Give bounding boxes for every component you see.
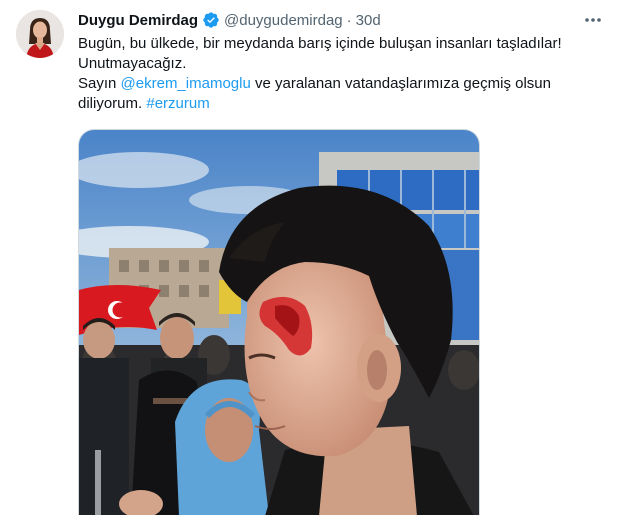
separator-dot: · [346, 11, 352, 29]
author-handle[interactable]: @duygudemirdag [224, 12, 343, 29]
tweet-text-segment: Sayın [78, 75, 121, 92]
tweet-line: Bugün, bu ülkede, bir meydanda barış içi… [78, 35, 562, 52]
tweet-line: Sayın @ekrem_imamoglu ve yaralanan vatan… [78, 74, 606, 94]
verified-badge-icon [202, 11, 220, 29]
hashtag-link[interactable]: #erzurum [146, 95, 209, 112]
tweet-line: diliyorum. #erzurum [78, 94, 606, 114]
tweet-text-segment: ve yaralanan vatandaşlarımıza geçmiş ols… [250, 75, 551, 92]
tweet-photo[interactable] [78, 129, 480, 515]
author-avatar[interactable] [16, 10, 64, 58]
tweet-text: Bugün, bu ülkede, bir meydanda barış içi… [78, 34, 606, 114]
tweet[interactable]: Duygu Demirdag @duygudemirdag · 30d Bugü… [0, 0, 620, 515]
tweet-line: Unutmayacağız. [78, 55, 187, 72]
mention-link[interactable]: @ekrem_imamoglu [121, 75, 251, 92]
tweet-header: Duygu Demirdag @duygudemirdag · 30d [78, 10, 381, 30]
more-options-icon[interactable] [582, 10, 604, 30]
tweet-timestamp[interactable]: 30d [356, 12, 381, 29]
author-name[interactable]: Duygu Demirdag [78, 12, 198, 29]
tweet-text-segment: diliyorum. [78, 95, 147, 112]
